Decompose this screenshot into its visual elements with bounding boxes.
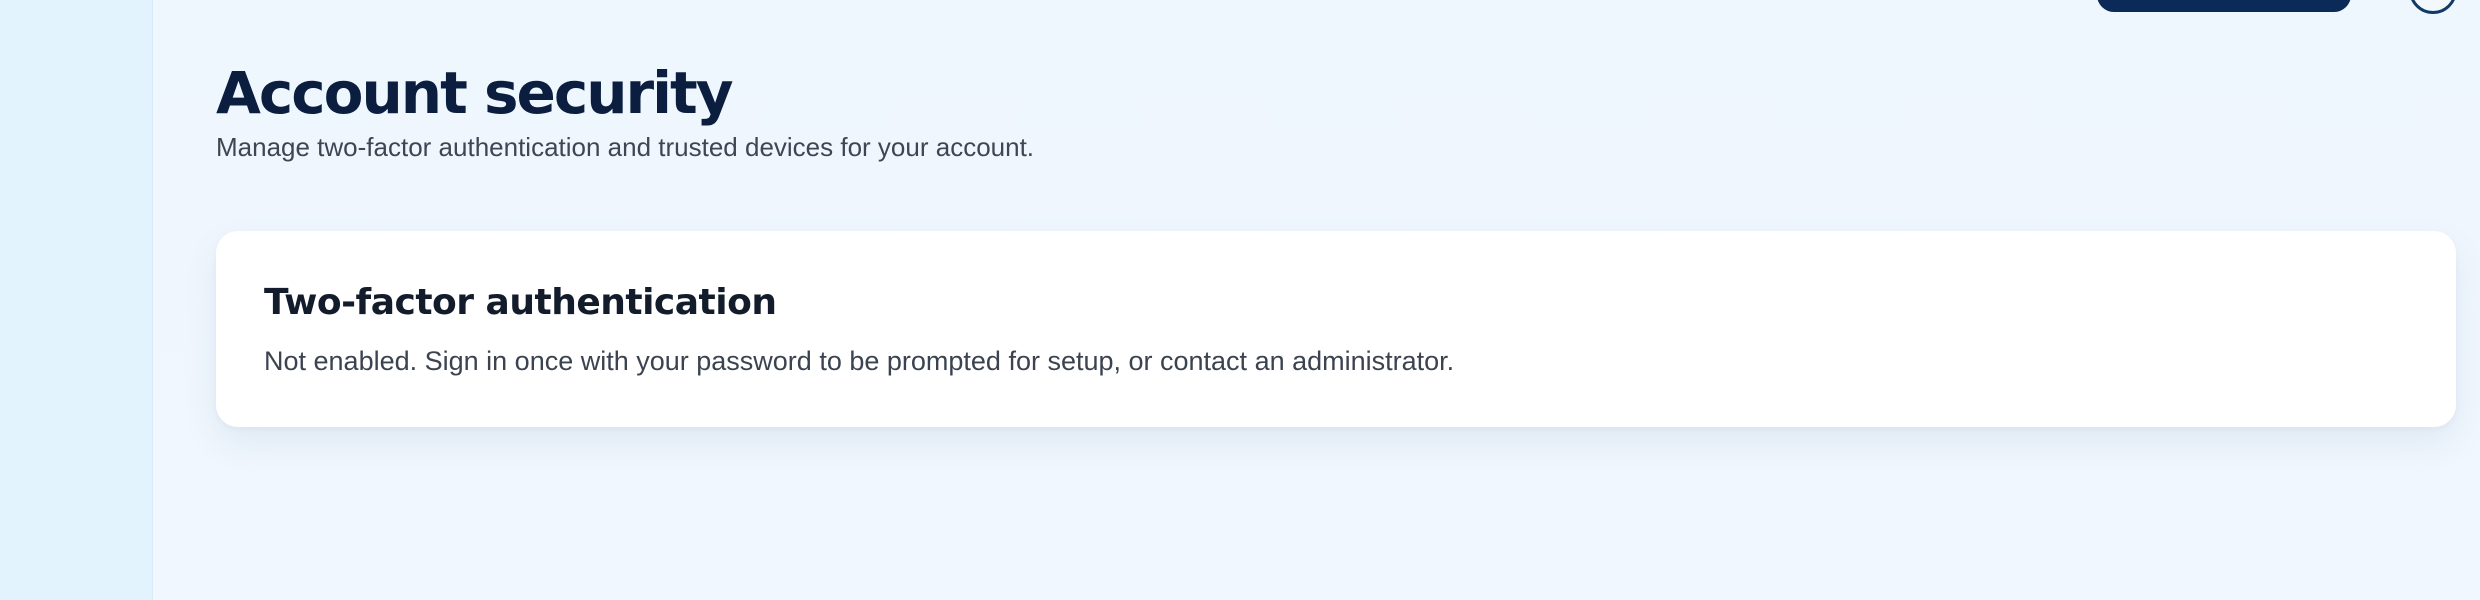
account-security-screen: Account security Manage two-factor authe… — [0, 0, 2480, 600]
two-factor-card: Two-factor authentication Not enabled. S… — [216, 231, 2456, 427]
user-avatar-icon[interactable] — [2409, 0, 2457, 14]
page-subtitle: Manage two-factor authentication and tru… — [216, 131, 1035, 162]
two-factor-status-text: Not enabled. Sign in once with your pass… — [264, 346, 1455, 376]
page-header: Account security Manage two-factor authe… — [216, 59, 1816, 163]
sidebar — [0, 0, 153, 600]
top-action-button[interactable] — [2097, 0, 2351, 12]
two-factor-title: Two-factor authentication — [264, 282, 777, 323]
page-title: Account security — [216, 59, 734, 127]
